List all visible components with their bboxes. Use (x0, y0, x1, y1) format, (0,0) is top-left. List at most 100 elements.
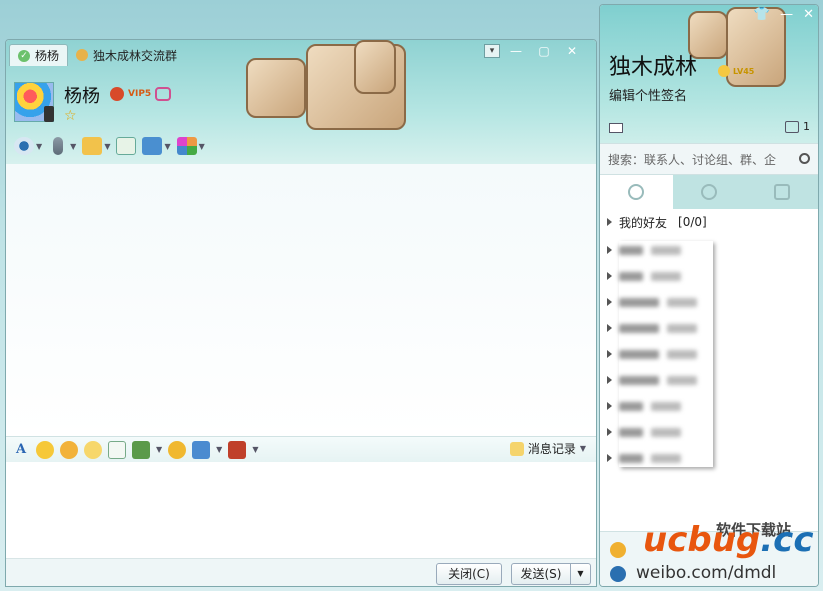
list-item[interactable]: 我的好友 [0/0] (600, 209, 818, 235)
chat-tabs: ✓ 杨杨 独木成林交流群 (9, 44, 185, 66)
star-icon[interactable]: ☆ (64, 108, 77, 124)
blurred-text (619, 423, 705, 441)
apps-button[interactable]: ▼ (176, 136, 205, 156)
watermark-domain: .cc (760, 520, 814, 560)
file-transfer-button[interactable]: ▼ (82, 136, 110, 156)
dropdown-menu-icon[interactable]: ▾ (484, 44, 500, 58)
blurred-text (619, 371, 705, 389)
expand-arrow-icon (607, 298, 612, 306)
message-history-area[interactable] (6, 164, 596, 436)
toolbox-icon[interactable] (228, 440, 247, 459)
qq-show-icon[interactable] (155, 87, 172, 101)
chevron-down-icon: ▼ (198, 141, 205, 151)
contact-tabs (600, 175, 818, 209)
level-coin-icon (718, 65, 730, 77)
chat-bubble-icon (773, 184, 790, 200)
close-icon[interactable]: ✕ (803, 7, 814, 22)
close-icon[interactable]: ✕ (560, 42, 584, 60)
history-label: 消息记录 (527, 442, 576, 456)
list-item[interactable] (600, 393, 720, 419)
blurred-text (619, 449, 705, 467)
skin-icon[interactable]: 👕 (754, 7, 770, 22)
input-toolbar: A ▼ ▼ ▼ 消息记录 ▼ (6, 436, 596, 462)
list-item[interactable] (600, 419, 720, 445)
watermark-logo: ucbug.cc (643, 520, 813, 560)
blurred-text (619, 267, 705, 285)
voice-call-button[interactable]: ▼ (48, 136, 76, 156)
level-label: LV45 (733, 66, 755, 76)
send-options-chevron-icon[interactable]: ▼ (570, 564, 590, 584)
minimize-button[interactable]: — (504, 42, 528, 60)
list-item[interactable] (600, 445, 720, 471)
chevron-down-icon[interactable]: ▼ (252, 445, 258, 454)
tab-contact[interactable]: ✓ 杨杨 (9, 44, 69, 66)
chevron-down-icon[interactable]: ▼ (216, 445, 222, 454)
tab-label: 独木成林交流群 (93, 48, 178, 63)
send-button[interactable]: 发送(S) ▼ (511, 563, 591, 585)
list-item[interactable] (600, 315, 720, 341)
screen-share-icon[interactable] (192, 440, 211, 459)
vip-badge[interactable]: VIP5 (128, 89, 151, 99)
music-icon[interactable] (168, 440, 187, 459)
expand-arrow-icon (607, 454, 612, 462)
blurred-text (619, 397, 705, 415)
list-item[interactable] (600, 263, 720, 289)
expand-arrow-icon (607, 246, 612, 254)
expand-arrow-icon (607, 218, 612, 226)
contact-search[interactable]: 搜索：联系人、讨论组、群、企 (600, 143, 818, 175)
remote-desktop-button[interactable]: ▼ (142, 136, 171, 156)
contact-badges: VIP5 (110, 87, 172, 101)
expand-arrow-icon (607, 428, 612, 436)
tab-group[interactable]: 独木成林交流群 (68, 44, 185, 66)
vip-emoji-icon[interactable] (60, 440, 78, 459)
message-box-icon (785, 120, 799, 133)
elephant-decoration (246, 58, 306, 118)
group-name: 我的好友 (619, 215, 668, 230)
history-icon (509, 441, 524, 456)
mail-icon[interactable] (609, 123, 623, 133)
maximize-button[interactable]: ▢ (532, 42, 556, 60)
close-button[interactable]: 关闭(C) (436, 563, 502, 585)
apps-grid-icon (176, 137, 197, 155)
tab-groups[interactable] (673, 175, 746, 209)
screenshot-icon[interactable] (108, 440, 126, 459)
chevron-down-icon: ▼ (70, 141, 77, 151)
discussion-button[interactable] (116, 136, 137, 156)
user-name[interactable]: 独木成林 (609, 49, 697, 81)
add-chat-icon (116, 137, 137, 155)
chevron-down-icon[interactable]: ▼ (156, 445, 162, 454)
minimize-button[interactable]: — (780, 7, 793, 22)
message-input[interactable] (6, 462, 596, 558)
magic-emoji-icon[interactable] (84, 440, 102, 459)
list-item[interactable] (600, 341, 720, 367)
group-count: [0/0] (678, 215, 707, 229)
message-box[interactable]: 1 (785, 120, 810, 133)
level-badge[interactable]: LV45 (718, 65, 754, 77)
chevron-down-icon: ▼ (579, 444, 586, 453)
profile-header: 👕 — ✕ 独木成林 LV45 编辑个性签名 1 (600, 5, 818, 143)
elephant-decoration (354, 40, 396, 94)
contact-name: 杨杨 (64, 86, 100, 107)
message-history-button[interactable]: 消息记录 ▼ (509, 440, 586, 457)
tab-recent[interactable] (745, 175, 818, 209)
qq-menu-icon[interactable] (610, 566, 626, 582)
font-icon[interactable]: A (12, 441, 30, 459)
chat-header: ✓ 杨杨 独木成林交流群 ▾ — ▢ ✕ 杨杨 VIP5 ☆ ▼ ▼ ▼ ▼ ▼ (6, 40, 596, 164)
app-manager-icon[interactable] (610, 542, 626, 558)
expand-arrow-icon (607, 402, 612, 410)
tab-contacts[interactable] (600, 175, 673, 209)
image-icon[interactable] (132, 440, 150, 459)
qq-penguin-icon[interactable] (110, 87, 124, 101)
list-item[interactable] (600, 367, 720, 393)
emoji-icon[interactable] (36, 440, 54, 459)
video-call-button[interactable]: ▼ (14, 136, 42, 156)
send-label: 发送(S) (520, 567, 562, 581)
chat-toolbar: ▼ ▼ ▼ ▼ ▼ (14, 136, 205, 156)
signature[interactable]: 编辑个性签名 (609, 85, 687, 104)
window-controls: 👕 — ✕ (754, 7, 814, 22)
chevron-down-icon: ▼ (36, 141, 43, 151)
list-item[interactable] (600, 289, 720, 315)
chat-footer: 关闭(C) 发送(S) ▼ (6, 558, 596, 586)
search-icon[interactable] (799, 153, 810, 164)
list-item[interactable] (600, 237, 720, 263)
